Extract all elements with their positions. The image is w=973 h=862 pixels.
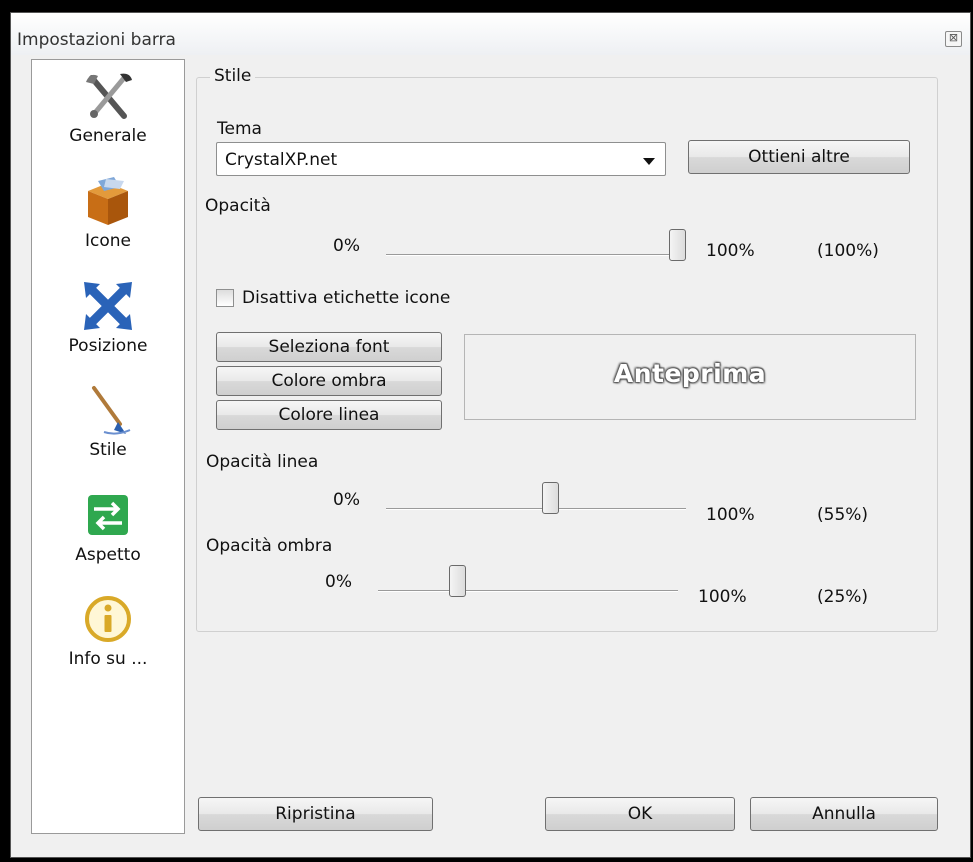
opacity-min-label: 0%	[333, 236, 360, 256]
get-more-button[interactable]: Ottieni altre	[688, 140, 910, 174]
line-opacity-slider-track[interactable]	[386, 508, 686, 510]
reset-button[interactable]: Ripristina	[198, 797, 433, 831]
tools-icon	[86, 73, 132, 119]
sidebar-item-label: Posizione	[68, 336, 148, 356]
line-opacity-label: Opacità linea	[206, 452, 319, 472]
theme-select-value: CrystalXP.net	[225, 150, 338, 170]
line-opacity-slider-thumb[interactable]	[541, 482, 559, 514]
sidebar-item-label: Generale	[69, 126, 147, 146]
opacity-slider-thumb[interactable]	[669, 229, 686, 261]
group-title: Stile	[210, 66, 256, 86]
close-icon[interactable]: ⊠	[945, 31, 962, 47]
line-color-button[interactable]: Colore linea	[216, 400, 442, 430]
select-font-button[interactable]: Seleziona font	[216, 332, 442, 362]
sidebar-item-label: Stile	[89, 440, 127, 460]
sidebar-item-generale[interactable]: Generale	[32, 68, 184, 146]
sidebar-item-stile[interactable]: Stile	[32, 382, 184, 460]
arrows-icon	[84, 282, 132, 330]
shadow-opacity-max-label: 100%	[698, 587, 747, 607]
theme-label: Tema	[217, 119, 262, 139]
sidebar-item-label: Icone	[85, 231, 131, 251]
theme-select[interactable]: CrystalXP.net	[216, 142, 666, 176]
info-icon	[85, 596, 131, 642]
brush-icon	[92, 386, 131, 435]
shadow-color-button[interactable]: Colore ombra	[216, 366, 442, 396]
opacity-label: Opacità	[205, 196, 271, 216]
opacity-slider-track[interactable]	[386, 254, 686, 256]
cancel-button[interactable]: Annulla	[750, 797, 938, 831]
shadow-opacity-min-label: 0%	[325, 572, 352, 592]
sidebar-item-label: Aspetto	[75, 545, 141, 565]
shadow-opacity-slider-track[interactable]	[378, 590, 678, 592]
line-opacity-max-label: 100%	[706, 505, 755, 525]
shadow-opacity-label: Opacità ombra	[206, 536, 333, 556]
sidebar-item-info[interactable]: Info su ...	[32, 591, 184, 669]
shadow-opacity-value-label: (25%)	[817, 587, 869, 607]
preview-box: Anteprima	[464, 334, 916, 420]
title-bar[interactable]: Impostazioni barra ⊠	[11, 13, 970, 55]
window-title: Impostazioni barra	[17, 30, 176, 50]
sidebar-item-label: Info su ...	[68, 649, 148, 669]
line-opacity-min-label: 0%	[333, 490, 360, 510]
switch-icon	[88, 495, 128, 535]
line-opacity-value-label: (55%)	[817, 505, 869, 525]
disable-labels-checkbox[interactable]	[216, 289, 234, 307]
shadow-opacity-slider-thumb[interactable]	[448, 565, 466, 597]
sidebar-item-icone[interactable]: Icone	[32, 173, 184, 251]
opacity-value-label: (100%)	[817, 241, 879, 261]
sidebar-item-posizione[interactable]: Posizione	[32, 278, 184, 356]
ok-button[interactable]: OK	[545, 797, 735, 831]
chevron-down-icon[interactable]	[643, 158, 655, 165]
disable-labels-text[interactable]: Disattiva etichette icone	[242, 288, 450, 308]
sidebar-item-aspetto[interactable]: Aspetto	[32, 487, 184, 565]
sidebar: Generale Icone Posizione Stile Aspetto I…	[31, 59, 185, 834]
preview-text: Anteprima	[613, 359, 767, 388]
opacity-max-label: 100%	[706, 241, 755, 261]
box-icon	[88, 177, 128, 225]
